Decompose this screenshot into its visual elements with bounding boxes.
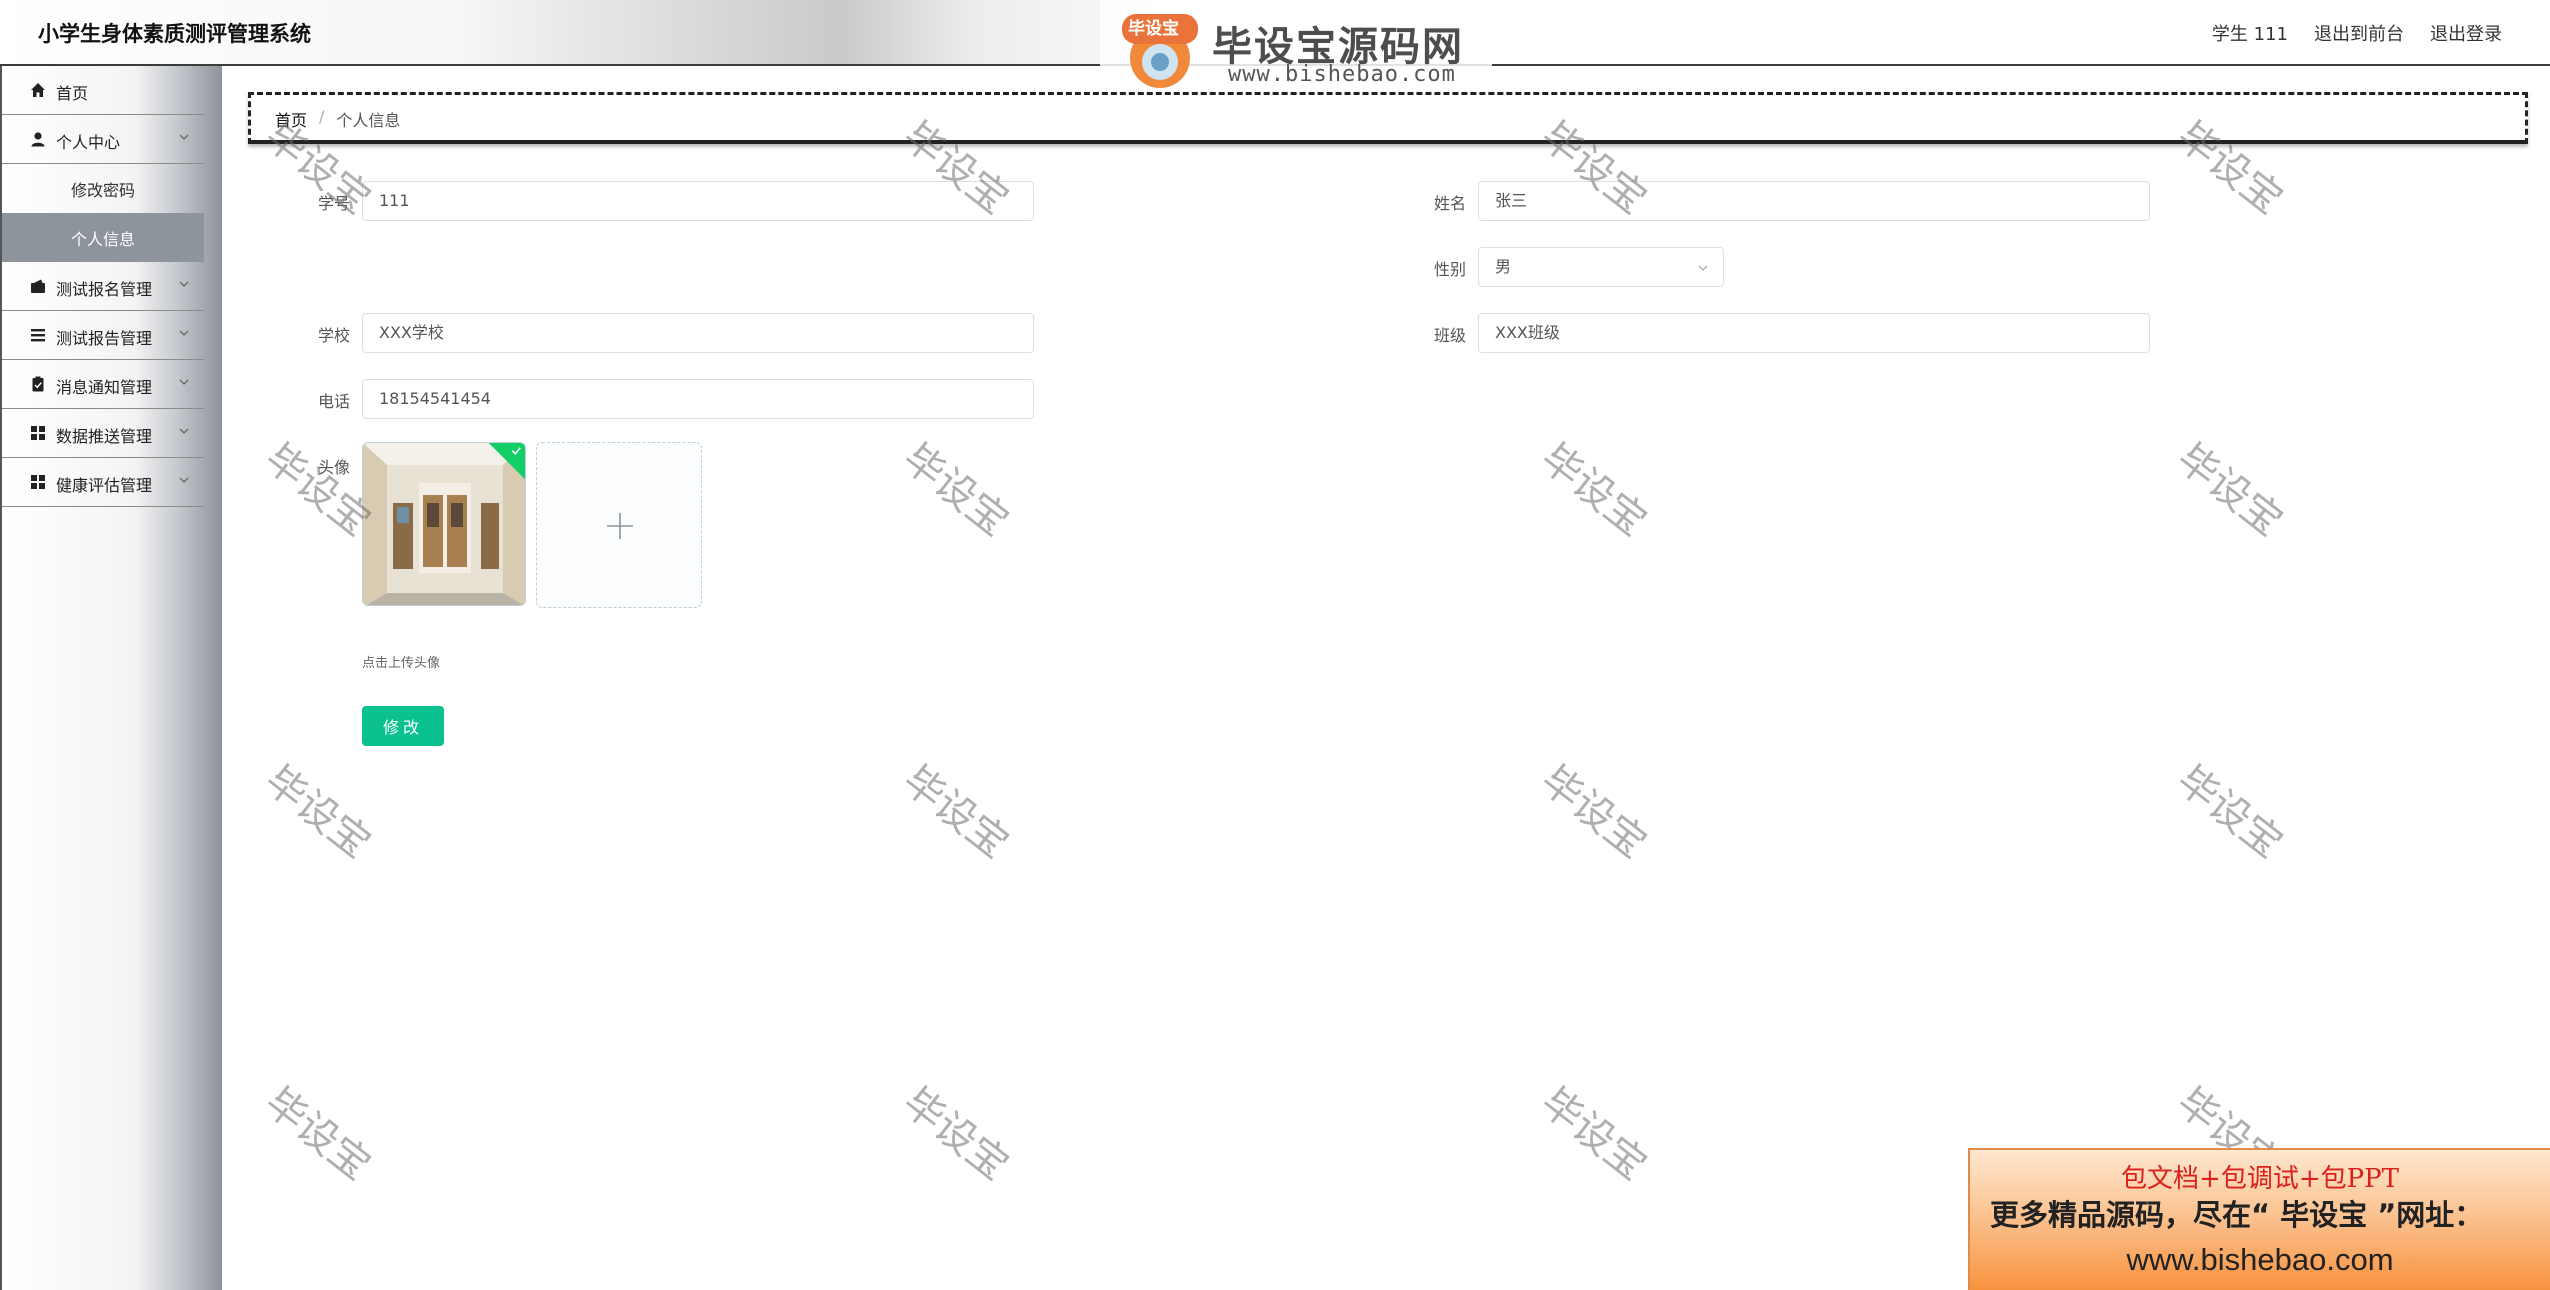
wallet-icon xyxy=(31,279,45,293)
school-field[interactable]: XXX学校 xyxy=(362,313,1034,353)
sidebar-item-label: 消息通知管理 xyxy=(56,378,153,397)
chevron-down-icon xyxy=(179,477,189,483)
class-label: 班级 xyxy=(1433,326,1466,345)
breadcrumb-separator: / xyxy=(319,107,325,126)
sidebar-item-test-report[interactable]: 测试报告管理 xyxy=(2,311,204,360)
breadcrumb-home[interactable]: 首页 xyxy=(275,107,307,131)
sidebar-item-label: 测试报名管理 xyxy=(56,280,153,299)
check-icon xyxy=(511,447,521,455)
sidebar-item-test-registration[interactable]: 测试报名管理 xyxy=(2,262,204,311)
avatar-upload-hint: 点击上传头像 xyxy=(362,656,441,671)
promo-message: 更多精品源码，尽在“ 毕设宝 ”网址： xyxy=(1990,1198,2484,1232)
name-label: 姓名 xyxy=(1433,194,1466,213)
list-icon xyxy=(31,329,45,342)
watermark: 毕设宝 xyxy=(256,757,379,868)
student-id-label: 学号 xyxy=(317,194,350,213)
avatar-thumbnail[interactable] xyxy=(362,442,526,606)
grid-icon xyxy=(31,426,45,440)
watermark: 毕设宝 xyxy=(894,435,1017,546)
watermark: 毕设宝 xyxy=(2168,757,2291,868)
breadcrumb-current: 个人信息 xyxy=(336,111,401,130)
grid-icon xyxy=(31,475,45,489)
school-label: 学校 xyxy=(317,326,350,345)
sidebar-subitem-change-password[interactable]: 修改密码 xyxy=(2,164,204,213)
sidebar-item-label: 测试报告管理 xyxy=(56,329,153,348)
home-icon xyxy=(31,83,45,97)
breadcrumb: 首页 / 个人信息 xyxy=(275,107,400,131)
avatar-image xyxy=(363,443,525,605)
plus-icon xyxy=(607,513,633,539)
sidebar-item-home[interactable]: 首页 xyxy=(2,66,204,115)
avatar-label: 头像 xyxy=(317,458,350,477)
chevron-down-icon xyxy=(179,428,189,434)
gender-label: 性别 xyxy=(1433,260,1466,279)
sidebar-item-label: 数据推送管理 xyxy=(56,427,153,446)
breadcrumb-bar: 首页 / 个人信息 xyxy=(248,92,2528,144)
gender-select[interactable]: 男 xyxy=(1478,247,1724,287)
chevron-down-icon xyxy=(179,281,189,287)
sidebar-item-label: 健康评估管理 xyxy=(56,476,153,495)
sidebar-item-notifications[interactable]: 消息通知管理 xyxy=(2,360,204,409)
chevron-down-icon xyxy=(179,134,189,140)
gender-select-value: 男 xyxy=(1495,257,1512,276)
promo-banner[interactable]: 包文档+包调试+包PPT 更多精品源码，尽在“ 毕设宝 ”网址： www.bis… xyxy=(1968,1148,2550,1290)
watermark: 毕设宝 xyxy=(1532,435,1655,546)
watermark: 毕设宝 xyxy=(256,1079,379,1190)
submit-button[interactable]: 修改 xyxy=(362,706,444,746)
watermark: 毕设宝 xyxy=(894,757,1017,868)
promo-tagline: 包文档+包调试+包PPT xyxy=(2121,1164,2399,1194)
phone-field[interactable]: 18154541454 xyxy=(362,379,1034,419)
sidebar-menu: 首页 个人中心 修改密码 个人信息 测试报名管理 测试报告管理 消息通知管理 数… xyxy=(2,66,204,507)
sidebar-item-personal-center[interactable]: 个人中心 xyxy=(2,115,204,164)
avatar-upload-button[interactable] xyxy=(536,442,702,608)
phone-label: 电话 xyxy=(317,392,350,411)
brand-url: www.bishebao.com xyxy=(1228,62,1456,87)
clipboard-icon xyxy=(32,376,44,392)
sidebar: 首页 个人中心 修改密码 个人信息 测试报名管理 测试报告管理 消息通知管理 数… xyxy=(0,66,222,1290)
name-field[interactable]: 张三 xyxy=(1478,181,2150,221)
back-to-front-link[interactable]: 退出到前台 xyxy=(2314,20,2404,46)
sidebar-item-health-assessment[interactable]: 健康评估管理 xyxy=(2,458,204,507)
chevron-down-icon xyxy=(179,330,189,336)
app-title: 小学生身体素质测评管理系统 xyxy=(38,22,311,46)
class-field[interactable]: XXX班级 xyxy=(1478,313,2150,353)
watermark: 毕设宝 xyxy=(2168,435,2291,546)
sidebar-item-label: 首页 xyxy=(56,84,89,103)
current-user: 学生 111 xyxy=(2211,24,2288,45)
chevron-down-icon xyxy=(1698,265,1708,271)
user-icon xyxy=(31,132,45,147)
header-user-links: 学生 111 退出到前台 退出登录 xyxy=(2212,20,2502,46)
watermark: 毕设宝 xyxy=(894,1079,1017,1190)
sidebar-item-label: 个人中心 xyxy=(56,133,121,152)
brand-logo: 毕设宝 毕设宝源码网 www.bishebao.com xyxy=(1100,0,1492,92)
sidebar-item-data-push[interactable]: 数据推送管理 xyxy=(2,409,204,458)
promo-url: www.bishebao.com xyxy=(2126,1242,2394,1277)
chevron-down-icon xyxy=(179,379,189,385)
watermark: 毕设宝 xyxy=(1532,1079,1655,1190)
student-id-field[interactable]: 111 xyxy=(362,181,1034,221)
brand-badge-text: 毕设宝 xyxy=(1128,19,1179,39)
watermark: 毕设宝 xyxy=(1532,757,1655,868)
sidebar-subitem-personal-info[interactable]: 个人信息 xyxy=(2,213,204,262)
logout-link[interactable]: 退出登录 xyxy=(2430,20,2502,46)
